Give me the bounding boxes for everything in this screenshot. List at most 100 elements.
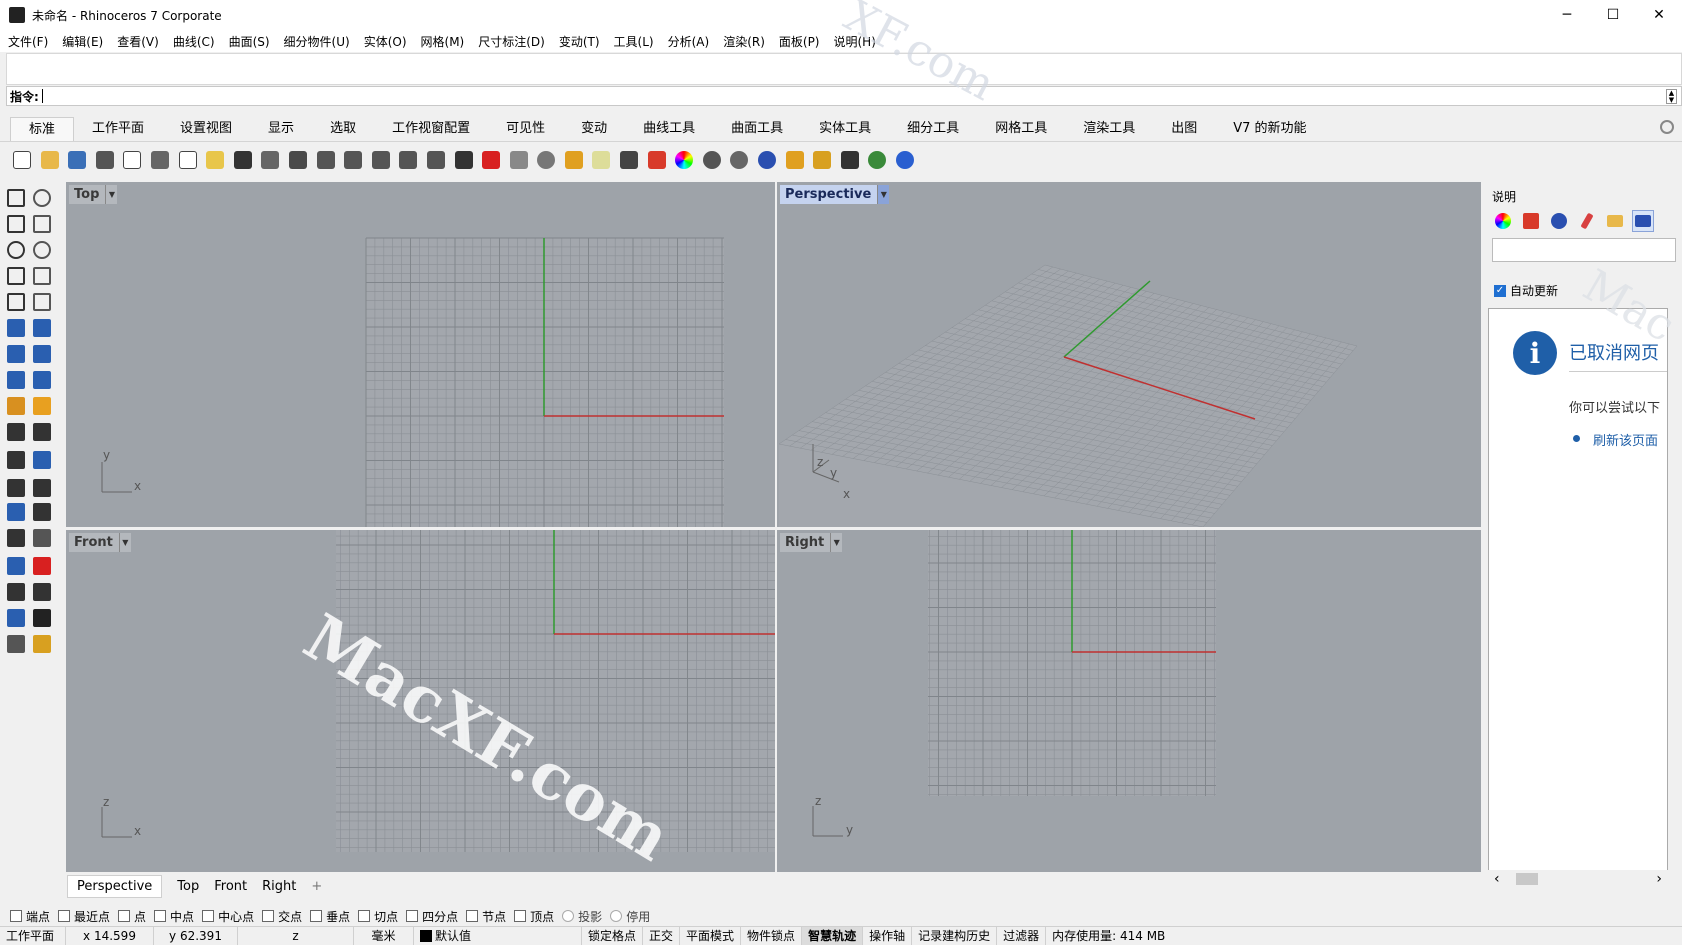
tab-9[interactable]: 曲面工具 <box>713 117 801 141</box>
osnap-checkbox-1[interactable] <box>58 910 71 922</box>
polyline-tool-icon[interactable] <box>4 212 28 236</box>
status-osnap[interactable]: 物件锁点 <box>741 926 803 945</box>
menu-item-0[interactable]: 文件(F) <box>8 33 48 50</box>
view-tab-top[interactable]: Top <box>177 879 199 894</box>
tab-13[interactable]: 渲染工具 <box>1065 117 1153 141</box>
command-history-spinner[interactable]: ▲ ▼ <box>1666 89 1677 104</box>
arc-tool-icon[interactable] <box>4 264 28 288</box>
status-units[interactable]: 毫米 <box>354 926 414 945</box>
rectangle-tool-icon[interactable] <box>30 264 54 288</box>
refresh-page-link[interactable]: 刷新该页面 <box>1593 430 1658 449</box>
point-tool-icon[interactable] <box>30 186 54 210</box>
undo-icon[interactable] <box>231 148 255 172</box>
print-icon[interactable] <box>93 148 117 172</box>
check-tool-icon[interactable] <box>30 606 54 630</box>
menu-item-1[interactable]: 编辑(E) <box>62 33 103 50</box>
offset-tool-icon[interactable] <box>30 500 54 524</box>
copy-tool-tool-icon[interactable] <box>30 420 54 444</box>
copy-icon[interactable] <box>176 148 200 172</box>
explode-tool-icon[interactable] <box>4 394 28 418</box>
rotate-view-icon[interactable] <box>286 148 310 172</box>
menu-item-7[interactable]: 网格(M) <box>421 33 465 50</box>
fillet-curve-tool-icon[interactable] <box>30 290 54 314</box>
osnap-checkbox-10[interactable] <box>514 910 527 922</box>
layer-icon[interactable] <box>1520 210 1542 232</box>
viewport-top[interactable]: Top ▼ y x <box>66 182 775 527</box>
boolean-union-tool-icon[interactable] <box>4 476 28 500</box>
osnap-checkbox-9[interactable] <box>466 910 479 922</box>
status-gumball[interactable]: 操作轴 <box>863 926 913 945</box>
add-view-tab-icon[interactable]: + <box>311 879 322 894</box>
select-filter-icon[interactable] <box>783 148 807 172</box>
grid-snap-icon[interactable] <box>838 148 862 172</box>
join-tool-icon[interactable] <box>4 448 28 472</box>
menu-item-11[interactable]: 分析(A) <box>668 33 710 50</box>
split-tool-icon[interactable] <box>30 394 54 418</box>
tab-0[interactable]: 标准 <box>10 117 75 141</box>
four-viewports-icon[interactable] <box>452 148 476 172</box>
light-bulb-icon[interactable] <box>589 148 613 172</box>
boolean-split-tool-icon[interactable] <box>30 476 54 500</box>
status-history[interactable]: 记录建构历史 <box>912 926 998 945</box>
osnap-1[interactable]: 最近点 <box>58 908 110 925</box>
tab-1[interactable]: 工作平面 <box>74 117 162 141</box>
viewport-right-label[interactable]: Right ▼ <box>780 533 843 552</box>
ellipse-tool-icon[interactable] <box>30 238 54 262</box>
viewport-perspective[interactable]: Perspective ▼ z y x <box>777 182 1481 527</box>
group-tool-icon[interactable] <box>4 554 28 578</box>
rotate-camera-icon[interactable] <box>424 148 448 172</box>
menu-item-8[interactable]: 尺寸标注(D) <box>478 33 545 50</box>
menu-item-10[interactable]: 工具(L) <box>614 33 654 50</box>
material-icon[interactable] <box>1548 210 1570 232</box>
help-doc-icon[interactable] <box>1632 210 1654 232</box>
osnap-checkbox-5[interactable] <box>262 910 275 922</box>
minimize-button[interactable]: ─ <box>1544 0 1590 30</box>
osnap-12[interactable]: 停用 <box>610 908 650 925</box>
align-tool-icon[interactable] <box>30 580 54 604</box>
cylinder-tool-icon[interactable] <box>4 368 28 392</box>
viewport-front-label[interactable]: Front ▼ <box>69 533 131 552</box>
viewport-right-dropdown-icon[interactable]: ▼ <box>830 533 842 552</box>
cage-tool-icon[interactable] <box>4 632 28 656</box>
command-history[interactable] <box>6 53 1682 85</box>
zoom-selected-icon[interactable] <box>396 148 420 172</box>
viewport-top-dropdown-icon[interactable]: ▼ <box>105 185 117 204</box>
status-cplane[interactable]: 工作平面 <box>0 926 66 945</box>
viewport-perspective-dropdown-icon[interactable]: ▼ <box>877 185 890 204</box>
lock-icon[interactable] <box>617 148 641 172</box>
menu-item-12[interactable]: 渲染(R) <box>723 33 765 50</box>
tab-2[interactable]: 设置视图 <box>162 117 250 141</box>
view-tab-front[interactable]: Front <box>214 879 247 894</box>
command-line[interactable]: 指令: ▲ ▼ <box>6 86 1682 106</box>
osnap-checkbox-2[interactable] <box>118 910 131 922</box>
surface-corner-tool-icon[interactable] <box>4 316 28 340</box>
snap-icon[interactable] <box>562 148 586 172</box>
help-horizontal-scrollbar[interactable]: ‹ › <box>1488 870 1668 888</box>
auto-update-checkbox[interactable]: ✓ 自动更新 <box>1494 282 1558 299</box>
extrude-tool-icon[interactable] <box>4 500 28 524</box>
osnap-6[interactable]: 垂点 <box>310 908 350 925</box>
viewport-perspective-label[interactable]: Perspective ▼ <box>780 185 890 204</box>
ghosted-icon[interactable] <box>507 148 531 172</box>
scroll-right-icon[interactable]: › <box>1656 871 1662 887</box>
status-layer[interactable]: 默认值 <box>414 926 582 945</box>
osnap-11[interactable]: 投影 <box>562 908 602 925</box>
array-tool-icon[interactable] <box>4 580 28 604</box>
tab-3[interactable]: 显示 <box>250 117 312 141</box>
menu-item-3[interactable]: 曲线(C) <box>173 33 215 50</box>
status-planar[interactable]: 平面模式 <box>680 926 742 945</box>
car-render-icon[interactable] <box>479 148 503 172</box>
auto-update-check-icon[interactable]: ✓ <box>1494 284 1506 297</box>
dimension-tool-icon[interactable] <box>30 526 54 550</box>
blue-sphere-icon[interactable] <box>755 148 779 172</box>
tab-10[interactable]: 实体工具 <box>801 117 889 141</box>
circle-target-icon[interactable] <box>534 148 558 172</box>
status-grid-snap[interactable]: 锁定格点 <box>582 926 644 945</box>
view-tab-right[interactable]: Right <box>262 879 296 894</box>
menu-item-4[interactable]: 曲面(S) <box>229 33 270 50</box>
osnap-checkbox-8[interactable] <box>406 910 419 922</box>
status-ortho[interactable]: 正交 <box>643 926 681 945</box>
osnap-checkbox-12[interactable] <box>610 910 623 922</box>
curve-cp-tool-icon[interactable] <box>30 212 54 236</box>
zoom-extents-icon[interactable] <box>369 148 393 172</box>
